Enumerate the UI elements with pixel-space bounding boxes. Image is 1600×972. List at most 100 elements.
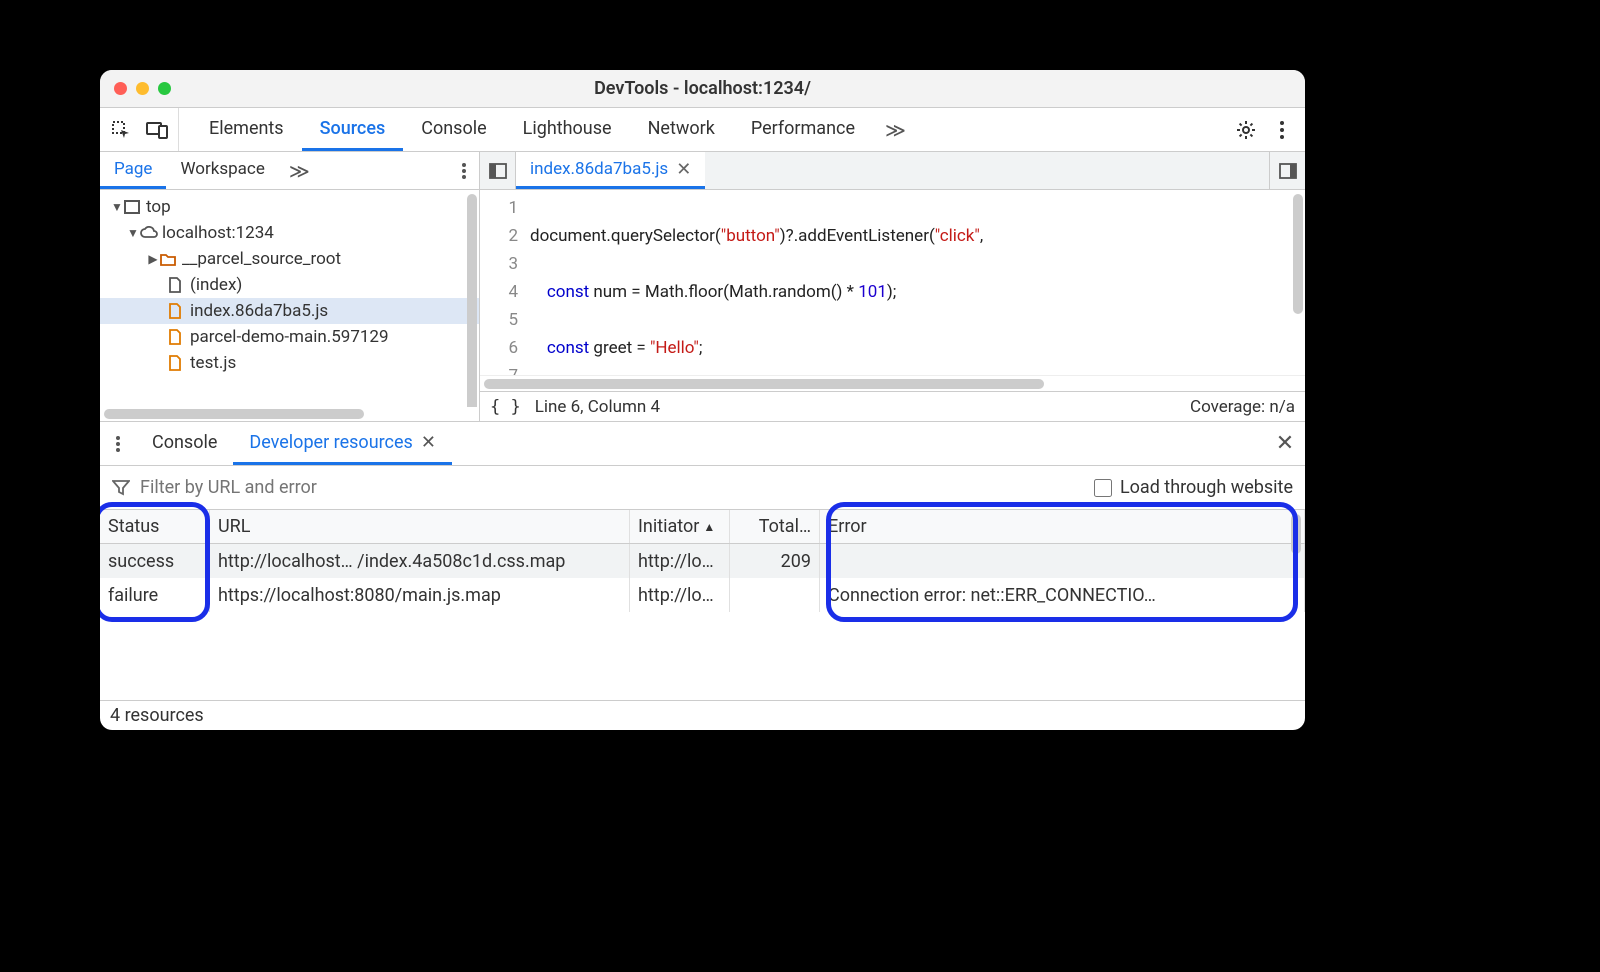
tree-scrollbar-vertical[interactable] <box>467 194 477 407</box>
tree-file-selected[interactable]: index.86da7ba5.js <box>100 298 479 324</box>
expand-icon: ▼ <box>126 226 140 240</box>
table-scrollbar-vertical[interactable] <box>1291 514 1301 554</box>
code-editor[interactable]: 1234567 document.querySelector("button")… <box>480 190 1305 375</box>
tab-lighthouse[interactable]: Lighthouse <box>505 108 630 151</box>
editor-panel: index.86da7ba5.js ✕ 1234567 document.que… <box>480 152 1305 421</box>
code-scrollbar-vertical[interactable] <box>1293 194 1303 314</box>
tree-label: localhost:1234 <box>162 223 274 243</box>
col-url[interactable]: URL <box>210 510 630 543</box>
table-header: Status URL Initiator▲ Total… Error <box>100 510 1305 544</box>
cell-url: https://localhost:8080/main.js.map <box>210 578 630 612</box>
js-file-icon <box>168 355 190 371</box>
device-toolbar-icon[interactable] <box>144 117 170 143</box>
inspect-element-icon[interactable] <box>108 117 134 143</box>
filter-row: Load through website <box>100 466 1305 510</box>
cell-initiator: http://lo… <box>630 544 730 578</box>
table-row[interactable]: success http://localhost… /index.4a508c1… <box>100 544 1305 578</box>
drawer-close-icon[interactable]: ✕ <box>1265 422 1305 465</box>
nav-tab-workspace[interactable]: Workspace <box>166 152 278 189</box>
settings-gear-icon[interactable] <box>1233 117 1259 143</box>
tab-performance[interactable]: Performance <box>733 108 873 151</box>
editor-tab[interactable]: index.86da7ba5.js ✕ <box>516 152 705 189</box>
expand-icon: ▶ <box>146 252 160 266</box>
expand-icon: ▼ <box>110 200 124 214</box>
file-icon <box>168 277 190 293</box>
cell-error <box>820 544 1305 578</box>
drawer-tab-label: Developer resources <box>249 432 412 453</box>
nav-tab-page[interactable]: Page <box>100 152 166 189</box>
show-debugger-icon[interactable] <box>1269 152 1305 189</box>
close-window-button[interactable] <box>114 82 127 95</box>
drawer-kebab-icon[interactable] <box>100 422 136 465</box>
tree-label: (index) <box>190 275 242 295</box>
coverage-status: Coverage: n/a <box>1190 397 1295 417</box>
tree-scrollbar-horizontal[interactable] <box>100 407 479 421</box>
drawer-tab-console[interactable]: Console <box>136 422 233 465</box>
navigator-panel: Page Workspace ≫ ▼ top ▼ <box>100 152 480 421</box>
tree-file[interactable]: parcel-demo-main.597129 <box>100 324 479 350</box>
tab-network[interactable]: Network <box>630 108 733 151</box>
editor-status-bar: { } Line 6, Column 4 Coverage: n/a <box>480 391 1305 421</box>
filter-input[interactable] <box>140 477 1084 498</box>
resources-table: Status URL Initiator▲ Total… Error succe… <box>100 510 1305 700</box>
close-tab-icon[interactable]: ✕ <box>676 159 691 180</box>
js-file-icon <box>168 329 190 345</box>
tree-label: test.js <box>190 353 236 373</box>
nav-overflow-icon[interactable]: ≫ <box>279 152 449 189</box>
tab-console[interactable]: Console <box>403 108 504 151</box>
cell-url: http://localhost… /index.4a508c1d.css.ma… <box>210 544 630 578</box>
col-total[interactable]: Total… <box>730 510 820 543</box>
tab-elements[interactable]: Elements <box>191 108 302 151</box>
frame-icon <box>124 200 146 214</box>
tree-file[interactable]: test.js <box>100 350 479 376</box>
maximize-window-button[interactable] <box>158 82 171 95</box>
nav-kebab-icon[interactable] <box>449 152 479 189</box>
tree-label: index.86da7ba5.js <box>190 301 328 321</box>
navigator-tabs: Page Workspace ≫ <box>100 152 479 190</box>
devtools-window: DevTools - localhost:1234/ Elements Sour… <box>100 70 1305 730</box>
tabs-overflow-icon[interactable]: ≫ <box>873 108 918 151</box>
code-scrollbar-horizontal[interactable] <box>480 375 1305 391</box>
code-content[interactable]: document.querySelector("button")?.addEve… <box>530 190 1305 375</box>
close-tab-icon[interactable]: ✕ <box>421 432 436 453</box>
tree-label: __parcel_source_root <box>182 249 341 269</box>
toolbar-left <box>100 108 179 151</box>
tree-label: parcel-demo-main.597129 <box>190 327 389 347</box>
main-tabs: Elements Sources Console Lighthouse Netw… <box>179 108 1223 151</box>
cell-error: Connection error: net::ERR_CONNECTIO… <box>820 578 1305 612</box>
traffic-lights <box>114 82 171 95</box>
cell-total: 209 <box>730 544 820 578</box>
cloud-icon <box>140 226 162 240</box>
cell-initiator: http://lo… <box>630 578 730 612</box>
tree-top[interactable]: ▼ top <box>100 194 479 220</box>
file-tree[interactable]: ▼ top ▼ localhost:1234 ▶ __parcel_source… <box>100 190 479 407</box>
table-row[interactable]: failure https://localhost:8080/main.js.m… <box>100 578 1305 612</box>
titlebar: DevTools - localhost:1234/ <box>100 70 1305 108</box>
folder-icon <box>160 252 182 266</box>
load-through-website-checkbox[interactable]: Load through website <box>1094 477 1293 498</box>
col-error[interactable]: Error <box>820 510 1305 543</box>
show-navigator-icon[interactable] <box>480 152 516 189</box>
sort-asc-icon: ▲ <box>703 520 715 534</box>
minimize-window-button[interactable] <box>136 82 149 95</box>
filter-icon <box>112 480 130 496</box>
kebab-menu-icon[interactable] <box>1269 117 1295 143</box>
cell-status: success <box>100 544 210 578</box>
tab-sources[interactable]: Sources <box>302 108 404 151</box>
window-title: DevTools - localhost:1234/ <box>100 78 1305 99</box>
col-initiator[interactable]: Initiator▲ <box>630 510 730 543</box>
cell-status: failure <box>100 578 210 612</box>
load-through-website-input[interactable] <box>1094 479 1112 497</box>
cell-total <box>730 578 820 612</box>
sources-area: Page Workspace ≫ ▼ top ▼ <box>100 152 1305 422</box>
resources-footer: 4 resources <box>100 700 1305 730</box>
pretty-print-icon[interactable]: { } <box>490 397 521 417</box>
tree-file[interactable]: (index) <box>100 272 479 298</box>
editor-tabs: index.86da7ba5.js ✕ <box>480 152 1305 190</box>
tree-host[interactable]: ▼ localhost:1234 <box>100 220 479 246</box>
drawer-tab-developer-resources[interactable]: Developer resources ✕ <box>233 422 452 465</box>
tree-label: top <box>146 197 171 217</box>
toolbar-right <box>1223 108 1305 151</box>
tree-folder[interactable]: ▶ __parcel_source_root <box>100 246 479 272</box>
col-status[interactable]: Status <box>100 510 210 543</box>
